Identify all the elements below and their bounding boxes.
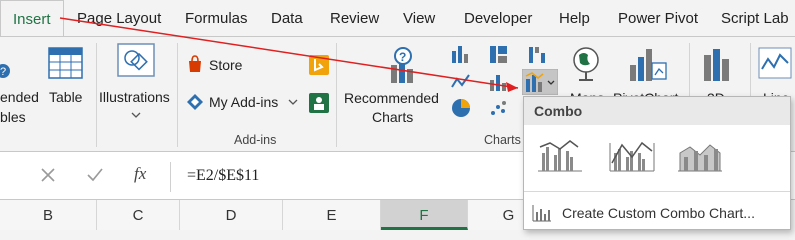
recommended-charts-label[interactable]: Recommended xyxy=(344,90,439,106)
sparkline-line-icon[interactable] xyxy=(758,47,792,83)
tab-page-layout[interactable]: Page Layout xyxy=(77,10,161,27)
bing-icon[interactable] xyxy=(309,55,329,75)
illustrations-label[interactable]: Illustrations xyxy=(99,89,170,105)
combo-chart-button[interactable] xyxy=(522,69,558,95)
waterfall-chart-icon[interactable] xyxy=(527,43,549,65)
recommended-charts-icon[interactable]: ? xyxy=(389,45,419,85)
table-icon[interactable] xyxy=(48,45,84,81)
formula-controls: fx xyxy=(28,161,168,191)
column-chart-icon[interactable] xyxy=(450,43,472,65)
tab-script-lab[interactable]: Script Lab xyxy=(721,10,789,27)
column-header-b[interactable]: B xyxy=(0,200,97,230)
recommended-charts-label-2[interactable]: Charts xyxy=(372,109,413,125)
clustered-column-line-icon[interactable] xyxy=(536,135,584,175)
tab-help[interactable]: Help xyxy=(559,10,590,27)
stacked-area-clustered-column-icon[interactable] xyxy=(676,135,724,175)
clustered-column-line-secondary-icon[interactable] xyxy=(608,135,656,175)
my-add-ins-label[interactable]: My Add-ins xyxy=(209,94,278,110)
svg-text:?: ? xyxy=(0,66,6,78)
tab-review[interactable]: Review xyxy=(330,10,379,27)
group-divider xyxy=(177,43,178,147)
menu-divider xyxy=(524,191,790,192)
cancel-icon[interactable] xyxy=(40,167,56,183)
maps-icon[interactable] xyxy=(571,45,601,83)
tab-power-pivot[interactable]: Power Pivot xyxy=(618,10,698,27)
tab-data[interactable]: Data xyxy=(271,10,303,27)
hierarchy-chart-icon[interactable] xyxy=(488,43,510,65)
people-graph-icon[interactable] xyxy=(309,93,329,113)
insert-function-button[interactable]: fx xyxy=(134,164,146,184)
group-divider xyxy=(96,43,97,147)
line-chart-icon[interactable] xyxy=(450,71,472,93)
statistic-chart-icon[interactable] xyxy=(488,71,510,93)
formula-text: =E2/$E$11 xyxy=(187,167,260,184)
pivot-table-label[interactable]: ended xyxy=(0,89,39,105)
svg-text:?: ? xyxy=(399,50,406,64)
table-label[interactable]: Table xyxy=(49,89,82,105)
combo-chart-menu: Combo Create Custom Combo Chart... xyxy=(523,96,791,230)
pivotchart-icon[interactable] xyxy=(628,45,668,83)
store-icon[interactable] xyxy=(186,55,204,73)
pivot-table-label-2[interactable]: bles xyxy=(0,109,26,125)
tab-view[interactable]: View xyxy=(403,10,435,27)
pie-chart-icon[interactable] xyxy=(450,97,472,119)
chevron-down-icon[interactable] xyxy=(131,112,141,118)
illustrations-icon[interactable] xyxy=(117,43,155,77)
enter-checkmark-icon[interactable] xyxy=(86,167,104,183)
store-label[interactable]: Store xyxy=(209,57,242,73)
create-custom-combo-chart-item[interactable]: Create Custom Combo Chart... xyxy=(562,205,755,221)
my-add-ins-icon[interactable] xyxy=(186,93,204,111)
3d-map-icon[interactable] xyxy=(702,45,734,83)
charts-group-label: Charts xyxy=(484,133,521,147)
add-ins-group-label: Add-ins xyxy=(234,133,277,147)
chevron-down-icon[interactable] xyxy=(288,99,298,105)
column-header-d[interactable]: D xyxy=(180,200,283,230)
column-header-c[interactable]: C xyxy=(97,200,180,230)
custom-combo-chart-icon xyxy=(532,205,551,222)
combo-menu-header: Combo xyxy=(524,97,790,125)
column-header-f[interactable]: F xyxy=(381,200,468,230)
pivot-table-icon[interactable]: ? xyxy=(0,49,14,85)
ribbon-tabs: Insert Page Layout Formulas Data Review … xyxy=(0,0,795,37)
scatter-chart-icon[interactable] xyxy=(488,97,510,119)
tab-formulas[interactable]: Formulas xyxy=(185,10,248,27)
group-divider xyxy=(336,43,337,147)
tab-developer[interactable]: Developer xyxy=(464,10,532,27)
column-header-e[interactable]: E xyxy=(283,200,381,230)
tab-insert[interactable]: Insert xyxy=(0,0,64,37)
